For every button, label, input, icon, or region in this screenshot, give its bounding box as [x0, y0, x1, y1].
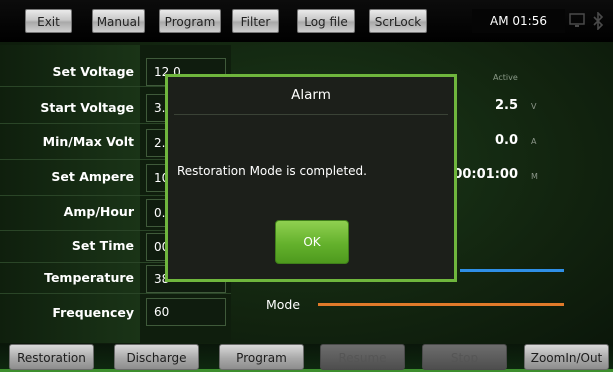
row-divider — [0, 293, 231, 294]
blue-legend-line — [460, 269, 564, 272]
program-tab-button[interactable]: Program — [159, 9, 221, 33]
active-label: Active — [493, 73, 518, 82]
voltage-readout: 2.5 — [494, 98, 518, 113]
restoration-button[interactable]: Restoration — [9, 344, 94, 370]
temperature-label: Temperature — [44, 270, 134, 285]
clock: AM 01:56 — [472, 9, 565, 33]
exit-button[interactable]: Exit — [25, 9, 72, 33]
alarm-dialog: Alarm Restoration Mode is completed. OK — [165, 74, 457, 282]
mode-legend-line — [318, 303, 564, 306]
min-max-volt-label: Min/Max Volt — [42, 134, 134, 149]
zoom-button[interactable]: ZoomIn/Out — [524, 344, 609, 370]
dialog-separator — [174, 114, 448, 115]
stop-button[interactable]: Stop — [422, 344, 507, 370]
top-toolbar: Exit Manual Program Filter Log file ScrL… — [0, 0, 613, 42]
current-unit: A — [531, 137, 537, 146]
amp-hour-label: Amp/Hour — [63, 204, 134, 219]
monitor-icon[interactable] — [569, 13, 585, 29]
scrlock-button[interactable]: ScrLock — [369, 9, 427, 33]
manual-button[interactable]: Manual — [92, 9, 145, 33]
start-voltage-label: Start Voltage — [40, 100, 134, 115]
set-ampere-label: Set Ampere — [51, 169, 134, 184]
bluetooth-icon[interactable] — [592, 12, 604, 30]
set-voltage-label: Set Voltage — [52, 64, 134, 79]
param-label-column — [0, 45, 140, 343]
mode-label: Mode — [266, 297, 301, 312]
set-time-label: Set Time — [71, 238, 134, 253]
frequency-field[interactable]: 60 — [146, 298, 226, 326]
program-button[interactable]: Program — [219, 344, 304, 370]
dialog-message: Restoration Mode is completed. — [177, 164, 367, 178]
time-unit: M — [531, 172, 538, 181]
discharge-button[interactable]: Discharge — [114, 344, 199, 370]
filter-button[interactable]: Filter — [232, 9, 279, 33]
log-file-button[interactable]: Log file — [297, 9, 355, 33]
resume-button[interactable]: Resume — [320, 344, 405, 370]
dialog-title: Alarm — [291, 87, 331, 103]
ok-button[interactable]: OK — [275, 220, 349, 264]
frequency-label: Frequencey — [52, 305, 134, 320]
current-readout: 0.0 — [494, 133, 518, 148]
voltage-unit: V — [531, 102, 537, 111]
